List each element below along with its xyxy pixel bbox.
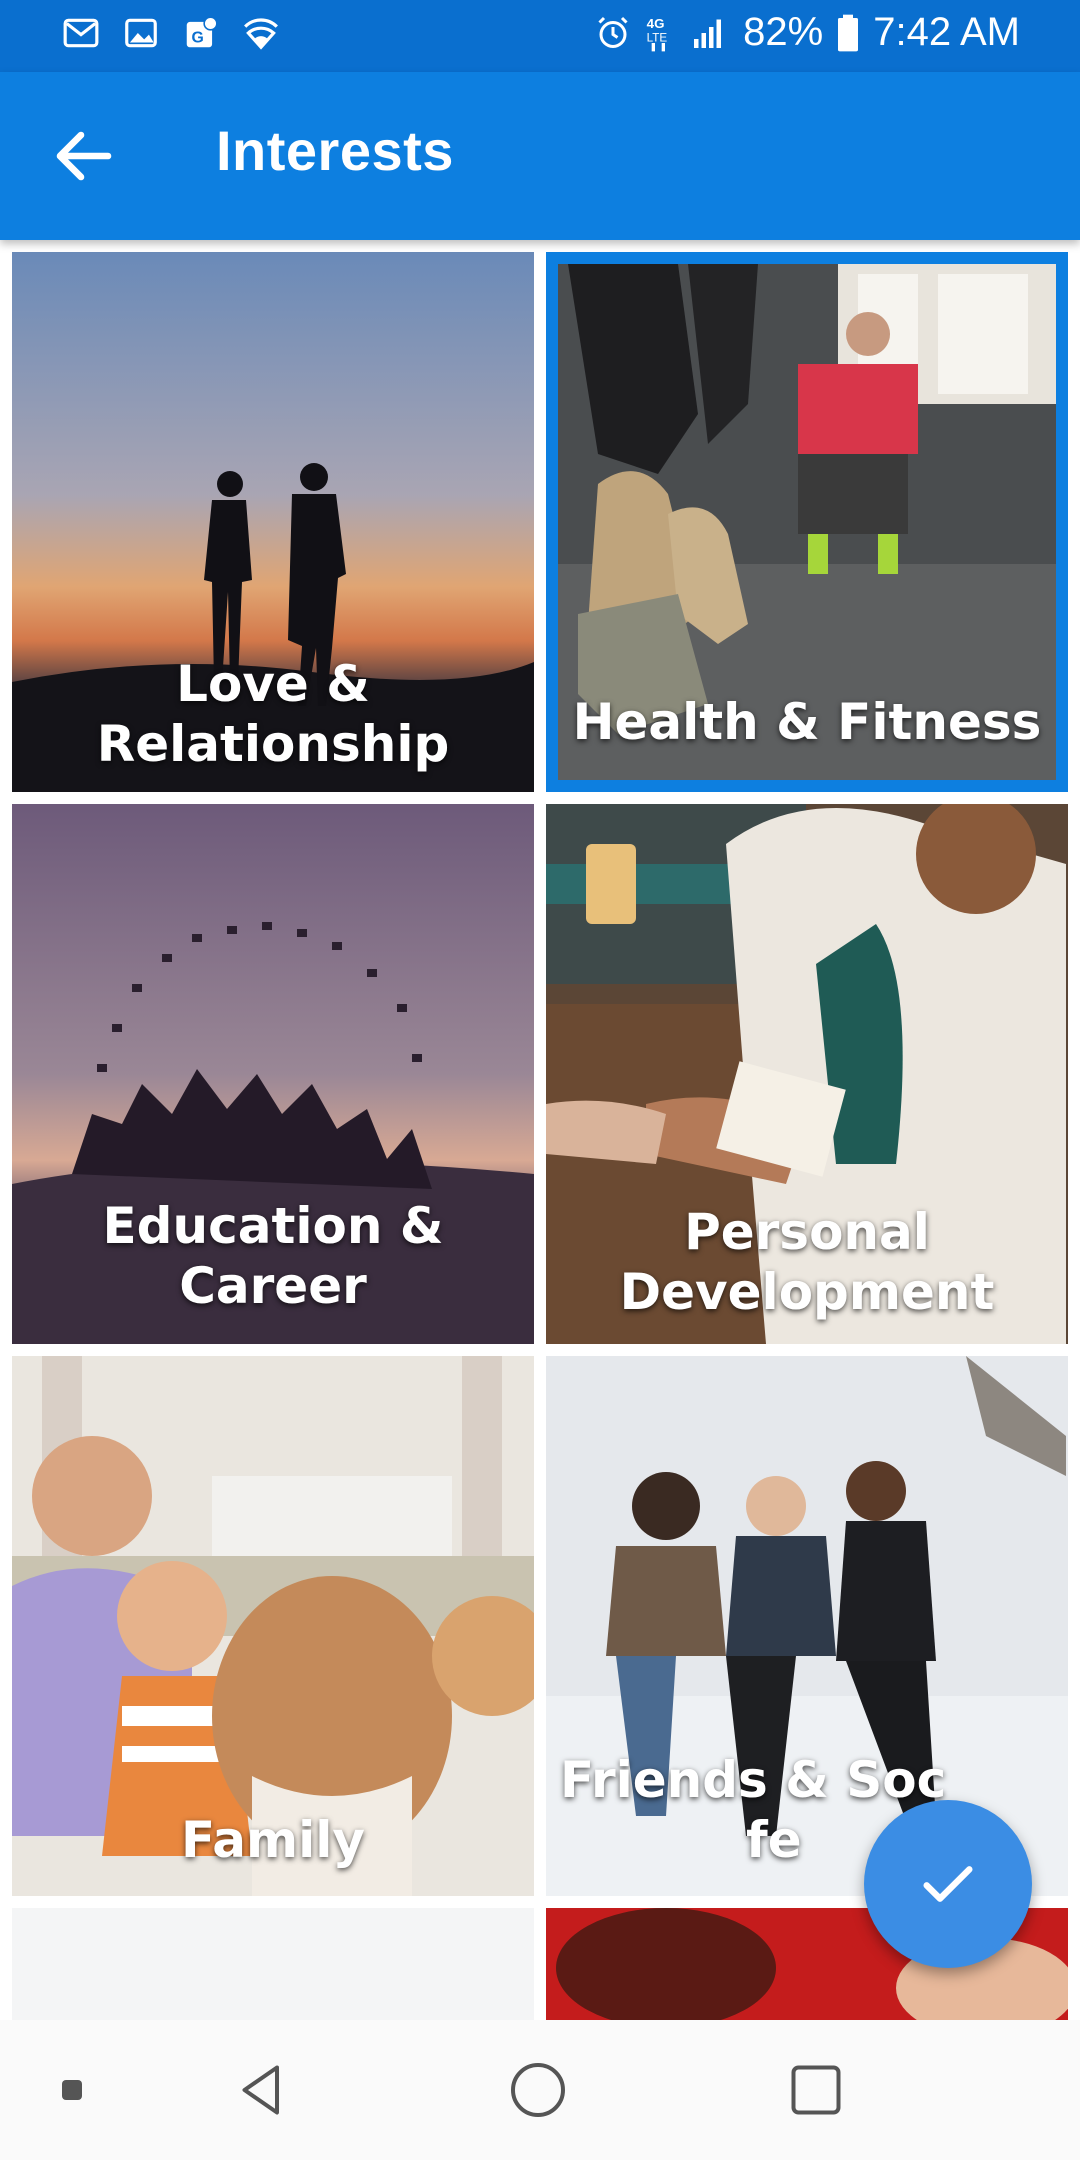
home-circle-icon <box>511 2063 565 2117</box>
interest-tile-education-career[interactable]: Education & Career <box>12 804 534 1344</box>
wifi-shield-icon <box>244 18 278 50</box>
interest-tile-personal-development[interactable]: Personal Development <box>546 804 1068 1344</box>
interests-grid: Love & Relationship Health & Fitness Edu… <box>0 240 1080 2020</box>
interest-tile-family[interactable]: Family <box>12 1356 534 1896</box>
interest-label: Health & Fitness <box>572 693 1042 751</box>
gmail-icon <box>63 18 99 48</box>
svg-text:LTE: LTE <box>647 31 668 44</box>
nav-home-button[interactable] <box>508 2060 568 2124</box>
confirm-fab-button[interactable] <box>864 1800 1032 1968</box>
recents-dot-icon <box>62 2080 82 2100</box>
gallery-icon <box>125 18 157 48</box>
system-nav-bar <box>0 2020 1080 2160</box>
page-title: Interests <box>216 119 454 182</box>
clock: 7:42 AM <box>873 10 1020 54</box>
interest-tile-partial-left[interactable] <box>12 1908 534 2020</box>
back-triangle-icon <box>242 2065 279 2115</box>
interest-label-line1: Personal <box>684 1203 930 1261</box>
nav-back-button[interactable] <box>232 2060 292 2124</box>
battery-percent: 82% <box>743 10 824 54</box>
svg-text:4G: 4G <box>647 16 665 31</box>
data-icon: 4GLTE <box>647 16 668 51</box>
alarm-icon <box>598 16 628 48</box>
back-button[interactable] <box>48 120 120 192</box>
status-bar: G 4G LTE 82% 7:42 AM <box>0 0 1080 72</box>
interest-label: Love & Relationship <box>96 655 450 773</box>
svg-text:G: G <box>192 30 204 47</box>
interest-label: Family <box>181 1811 365 1869</box>
interest-label-line2: Development <box>619 1263 995 1321</box>
signal-icon <box>694 19 722 48</box>
arrow-back-icon <box>56 131 112 181</box>
interest-label-visible: Friends & Soc <box>560 1751 947 1809</box>
nav-overview-button[interactable] <box>786 2060 846 2124</box>
interest-label: Personal Development <box>546 1202 1068 1322</box>
interest-label-tail: fe <box>746 1811 802 1869</box>
battery-icon <box>838 14 859 51</box>
overview-square-icon <box>791 2065 841 2115</box>
interest-tile-health-fitness[interactable]: Health & Fitness <box>546 252 1068 792</box>
app-bar: Interests <box>0 72 1080 240</box>
recents-dot-button[interactable] <box>60 2078 84 2106</box>
check-icon <box>923 1866 973 1902</box>
interest-label: Education & Career <box>102 1197 444 1315</box>
interest-tile-love-relationship[interactable]: Love & Relationship <box>12 252 534 792</box>
maps-icon: G <box>186 16 218 48</box>
